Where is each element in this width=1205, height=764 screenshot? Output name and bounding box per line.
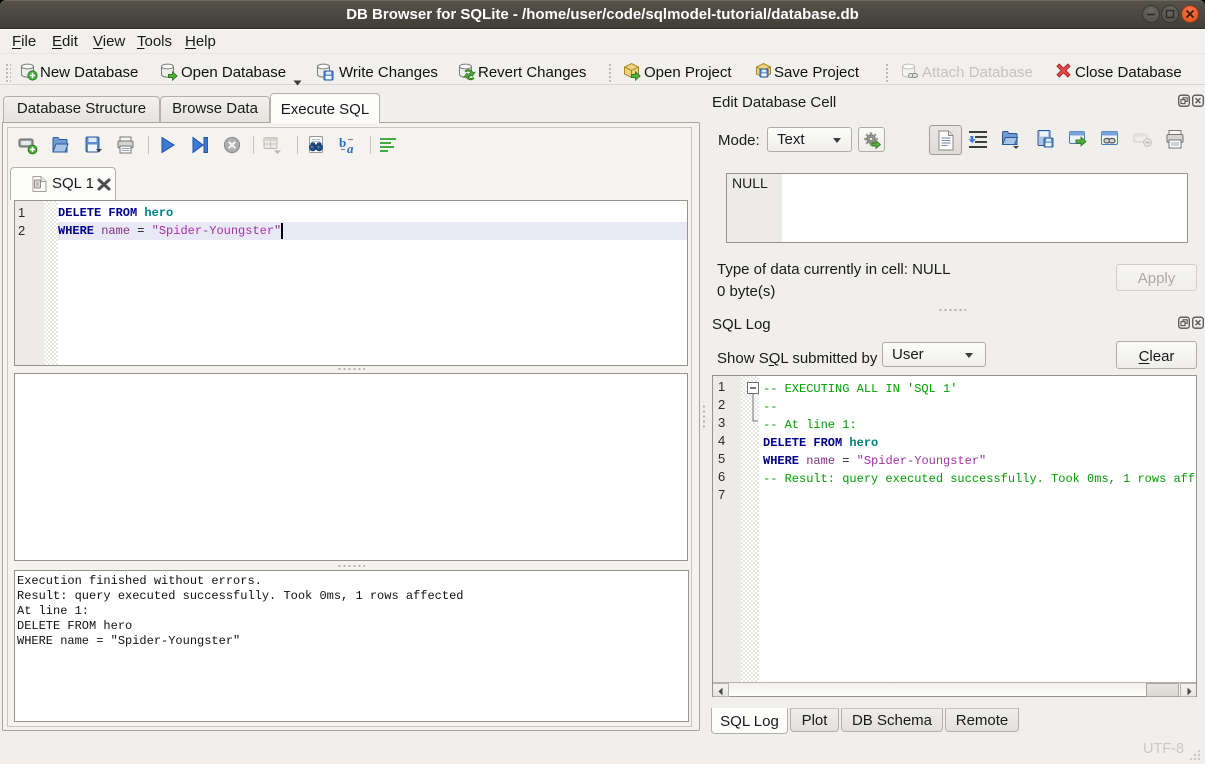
svg-text:a: a: [347, 141, 354, 155]
svg-text:b: b: [339, 135, 346, 150]
